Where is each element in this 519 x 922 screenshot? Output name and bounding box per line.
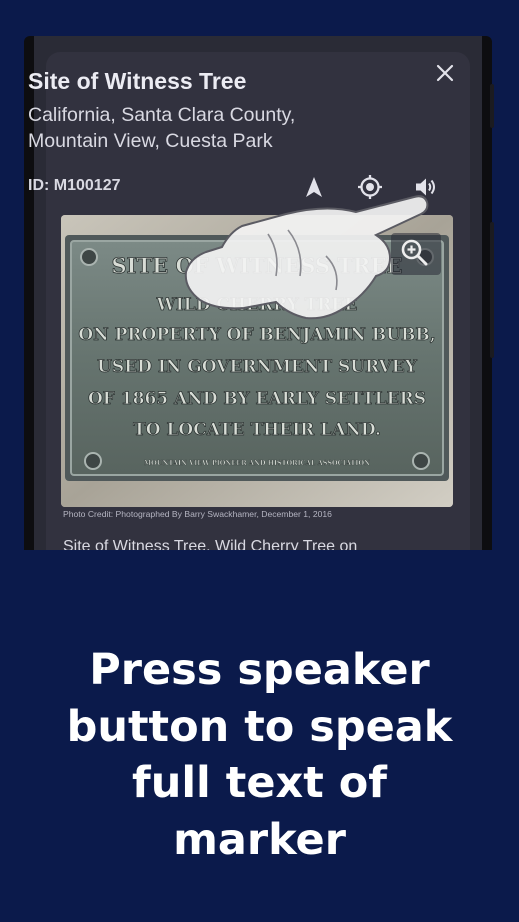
promo-line: marker	[173, 814, 346, 865]
promo-line: button to speak	[66, 701, 453, 752]
phone-side-button	[490, 84, 494, 128]
close-button[interactable]	[432, 60, 458, 86]
plaque-line: USED IN GOVERNMENT SURVEY	[97, 357, 418, 377]
plaque-line: MOUNTAIN VIEW PIONEER AND HISTORICAL ASS…	[144, 459, 370, 467]
phone-side-button	[490, 222, 494, 358]
plaque-line: TO LOCATE THEIR LAND.	[133, 420, 381, 440]
promo-line: Press speaker	[89, 645, 430, 695]
marker-title: Site of Witness Tree	[28, 68, 247, 94]
close-icon	[436, 64, 454, 82]
pointing-hand-icon	[184, 195, 429, 320]
promo-line: full text of	[132, 758, 387, 808]
plaque-line: OF 1865 AND BY EARLY SETTLERS	[88, 389, 426, 409]
marker-id: ID: M100127	[28, 177, 121, 194]
photo-credit: Photo Credit: Photographed By Barry Swac…	[63, 509, 332, 519]
marker-address: California, Santa Clara County, Mountain…	[28, 104, 296, 152]
promo-caption: Press speaker button to speak full text …	[0, 642, 519, 868]
